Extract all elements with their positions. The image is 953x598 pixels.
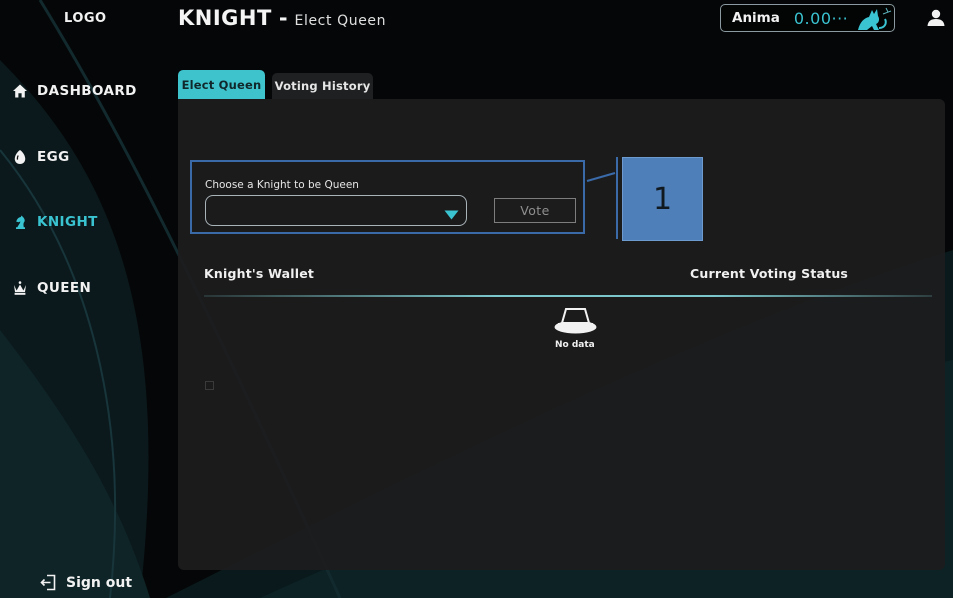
sidebar-item-label: KNIGHT [37,214,98,230]
page-subtitle: Elect Queen [294,13,387,29]
home-icon [12,83,28,99]
column-header-wallet: Knight's Wallet [204,266,315,281]
sign-out-icon [40,574,56,591]
empty-inbox-icon [553,303,598,339]
column-header-status: Current Voting Status [690,266,849,281]
elect-queen-form: Choose a Knight to be Queen Vote [190,160,585,234]
step-callout: 1 [622,157,703,241]
sidebar-item-knight[interactable]: KNIGHT [12,210,98,234]
sign-out-label: Sign out [66,574,133,591]
sidebar-item-egg[interactable]: EGG [12,145,70,169]
sidebar-item-label: QUEEN [37,280,92,296]
logo[interactable]: LOGO [64,11,107,26]
page-title: KNIGHT - Elect Queen [178,6,386,30]
anima-balance: 0.00··· [793,8,849,28]
callout-connector [586,157,618,239]
knight-select-label: Choose a Knight to be Queen [205,179,359,191]
sidebar: LOGO DASHBOARD EGG KNIGHT QUEEN Sign out [0,0,166,598]
cat-icon [852,6,892,36]
sidebar-item-label: EGG [37,149,70,165]
knight-select[interactable] [205,195,467,226]
user-icon[interactable] [927,9,945,30]
page-title-main: KNIGHT [178,6,272,30]
sidebar-item-dashboard[interactable]: DASHBOARD [12,79,137,103]
table-checkbox[interactable] [205,381,214,390]
tab-elect-queen[interactable]: Elect Queen [178,70,265,99]
sidebar-item-label: DASHBOARD [37,83,137,99]
table-header-divider [204,295,932,297]
tab-voting-history[interactable]: Voting History [272,73,373,99]
egg-icon [12,149,28,165]
crown-icon [12,280,28,296]
empty-state-text: No data [555,340,595,350]
sign-out-button[interactable]: Sign out [40,574,132,591]
anima-label: Anima [732,10,780,26]
knight-icon [12,214,28,230]
caret-down-icon [444,205,459,224]
page-title-separator: - [278,6,288,30]
sidebar-item-queen[interactable]: QUEEN [12,276,91,300]
vote-button[interactable]: Vote [494,198,576,223]
anima-balance-button[interactable]: Anima 0.00··· [720,4,895,32]
